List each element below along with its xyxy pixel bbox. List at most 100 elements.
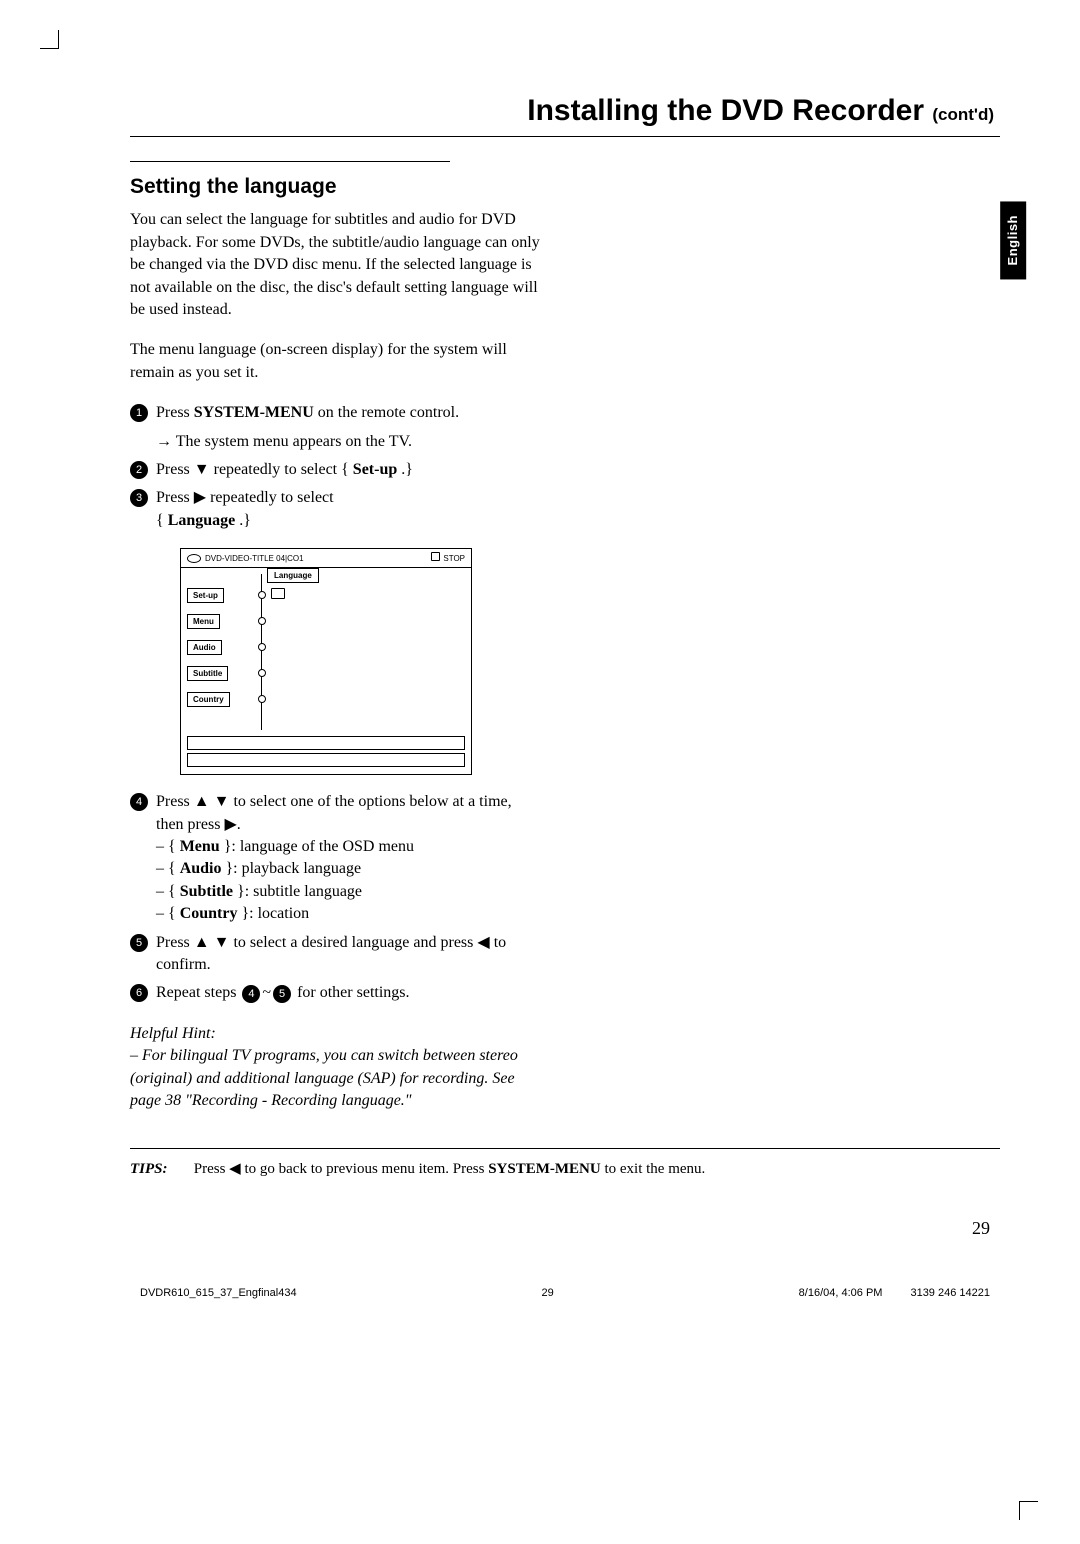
tips-b: to go back to previous menu item. Press [241,1161,488,1177]
s6a: Repeat steps [156,984,240,1001]
s3c: { [156,512,168,529]
footer-mid: 29 [542,1286,554,1301]
step-1-body: Press SYSTEM-MENU on the remote control. [156,402,540,424]
tips-line: TIPS: Press to go back to previous menu … [130,1148,1000,1180]
menu-header-title: DVD-VIDEO-TITLE 04|CO1 [205,554,304,563]
step-3-body: Press repeatedly to select { Language .} [156,487,540,532]
s5b: to select a desired language and press [229,934,477,951]
menu-item-audio: Audio [187,640,222,655]
menu-header-stop: STOP [443,554,465,563]
menu-diagram: DVD-VIDEO-TITLE 04|CO1 STOP Language Set… [180,548,472,775]
s4-country-label: Country [180,905,238,922]
page-title: Installing the DVD Recorder (cont'd) [130,90,1000,132]
language-tab: English [1000,201,1026,279]
menu-bottom-box-1 [187,736,465,750]
menu-diagram-inner: Language Set-up Menu Audio Subtitle Coun… [181,568,471,736]
step-1-result: The system menu appears on the TV. [130,431,540,453]
s6b: ~ [262,984,271,1001]
right-arrow-icon-2 [224,816,236,833]
s2bold: Set-up [353,461,397,478]
s2a: Press [156,461,194,478]
down-arrow-icon-3 [214,934,230,951]
step-5: 5 Press to select a desired language and… [130,932,540,977]
menu-dot-3 [258,669,266,677]
intro-para-1: You can select the language for subtitle… [130,209,540,321]
s4a: Press [156,793,194,810]
step-2-body: Press repeatedly to select { Set-up .} [156,459,540,481]
step-5-body: Press to select a desired language and p… [156,932,540,977]
tips-bold: SYSTEM-MENU [488,1161,601,1177]
s1b: on the remote control. [314,404,459,421]
s4-menu-desc: }: language of the OSD menu [220,838,414,855]
s4c: . [237,816,241,833]
monitor-icon [271,588,285,599]
s6c: for other settings. [293,984,409,1001]
s3a: Press [156,489,194,506]
step-4-bullet: 4 [130,793,148,811]
menu-bottom-box-2 [187,753,465,767]
left-arrow-icon-2 [229,1161,241,1177]
title-suffix: (cont'd) [932,105,994,124]
step-3-bullet: 3 [130,489,148,507]
menu-dot-1 [258,617,266,625]
s4-menu-label: Menu [180,838,220,855]
menu-dot-4 [258,695,266,703]
menu-dot-2 [258,643,266,651]
step-4-body: Press to select one of the options below… [156,791,540,925]
s3b: repeatedly to select [206,489,334,506]
footer-left: DVDR610_615_37_Engfinal434 [140,1286,297,1301]
intro-para-2: The menu language (on-screen display) fo… [130,339,540,384]
step-2: 2 Press repeatedly to select { Set-up .} [130,459,540,481]
s4-audio-label: Audio [180,860,222,877]
s3bold: Language [168,512,236,529]
up-arrow-icon [194,793,210,810]
title-main: Installing the DVD Recorder [527,94,924,127]
tips-label: TIPS: [130,1161,168,1177]
footer-code: 3139 246 14221 [910,1286,990,1301]
section-heading: Setting the language [130,172,540,201]
menu-diagram-header: DVD-VIDEO-TITLE 04|CO1 STOP [181,549,471,568]
crop-mark-tl [40,30,59,49]
menu-item-subtitle: Subtitle [187,666,228,681]
s2b: repeatedly to select { [210,461,353,478]
s4b: to select one of the options below at a … [156,793,512,832]
menu-item-setup: Set-up [187,588,224,603]
step-6-bullet: 6 [130,984,148,1002]
menu-language-btn: Language [267,568,319,583]
step-1-bullet: 1 [130,404,148,422]
step-6: 6 Repeat steps 4~5 for other settings. [130,982,540,1004]
footer-date: 8/16/04, 4:06 PM [799,1286,883,1301]
hint-heading: Helpful Hint: [130,1023,540,1045]
step-3: 3 Press repeatedly to select { Language … [130,487,540,532]
crop-mark-br [1019,1501,1038,1520]
page-number: 29 [130,1216,1000,1241]
menu-item-country: Country [187,692,230,707]
footer: DVDR610_615_37_Engfinal434 29 8/16/04, 4… [130,1286,1000,1301]
s4-subtitle-label: Subtitle [180,883,233,900]
s5a: Press [156,934,194,951]
left-column: Setting the language You can select the … [130,161,580,1112]
title-underline [130,136,1000,137]
right-arrow-icon [194,489,206,506]
s4-country-desc: }: location [237,905,309,922]
hint-body: – For bilingual TV programs, you can swi… [130,1045,540,1112]
down-arrow-icon [194,461,210,478]
s2c: .} [397,461,413,478]
step-1: 1 Press SYSTEM-MENU on the remote contro… [130,402,540,424]
stop-icon [431,552,440,561]
s1bold: SYSTEM-MENU [194,404,314,421]
menu-item-menu: Menu [187,614,220,629]
step-4: 4 Press to select one of the options bel… [130,791,540,925]
tips-a: Press [194,1161,229,1177]
down-arrow-icon-2 [214,793,230,810]
s4-audio-desc: }: playback language [221,860,361,877]
inline-bullet-5: 5 [273,985,291,1003]
menu-dot-0 [258,591,266,599]
section-rule [130,161,450,162]
inline-bullet-4: 4 [242,985,260,1003]
s1a: Press [156,404,194,421]
disc-icon [187,554,201,563]
s3d: .} [235,512,251,529]
step-5-bullet: 5 [130,934,148,952]
left-arrow-icon [477,934,489,951]
